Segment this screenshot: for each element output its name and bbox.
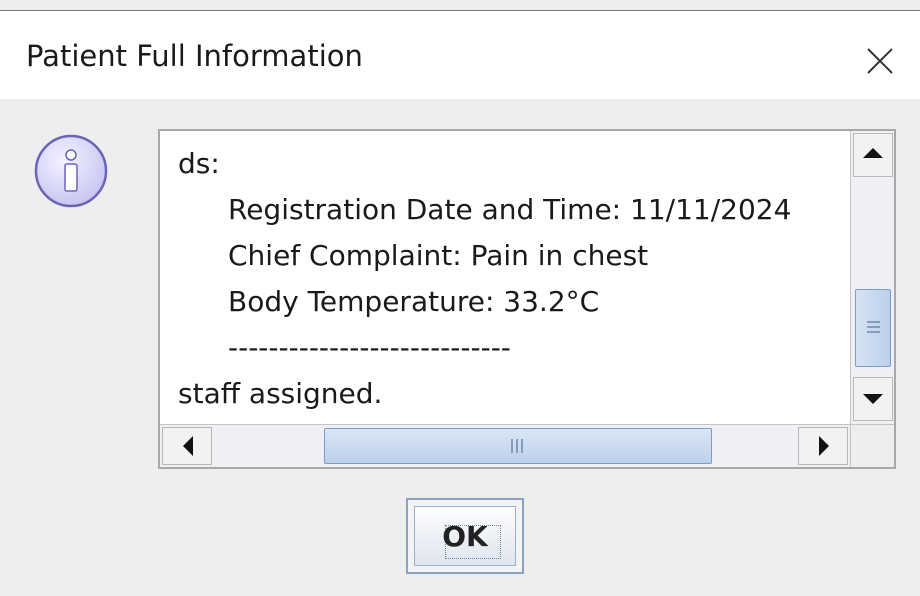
scroll-left-button[interactable] [162, 427, 212, 465]
ok-button-face: OK [414, 506, 516, 566]
message-line: ds: [178, 147, 220, 180]
message-line: ---------------------------- [228, 331, 511, 364]
scroll-up-button[interactable] [853, 133, 893, 177]
grip-icon [511, 439, 523, 453]
arrow-down-icon [863, 394, 883, 404]
close-icon [867, 48, 893, 74]
grip-icon [867, 321, 880, 333]
message-line: staff assigned. [178, 377, 383, 410]
vertical-scroll-thumb[interactable] [855, 289, 891, 367]
message-line: Chief Complaint: Pain in chest [228, 239, 649, 272]
scroll-down-button[interactable] [853, 377, 893, 421]
info-icon [33, 133, 109, 209]
title-bar: Patient Full Information [0, 11, 920, 99]
arrow-left-icon [183, 436, 193, 456]
patient-info-dialog: Patient Full Information ds: Registratio… [0, 0, 920, 596]
horizontal-scroll-thumb[interactable] [324, 428, 712, 464]
ok-button[interactable]: OK [406, 498, 524, 574]
arrow-right-icon [819, 436, 829, 456]
arrow-up-icon [863, 148, 883, 158]
message-line: Registration Date and Time: 11/11/2024 [228, 193, 792, 226]
message-line: Body Temperature: 33.2°C [228, 285, 600, 318]
scroll-right-button[interactable] [798, 427, 848, 465]
horizontal-scrollbar[interactable] [160, 424, 850, 467]
message-scroll-pane[interactable]: ds: Registration Date and Time: 11/11/20… [158, 129, 896, 469]
scroll-corner [850, 424, 894, 467]
close-button[interactable] [860, 41, 900, 81]
message-text-area[interactable]: ds: Registration Date and Time: 11/11/20… [172, 131, 862, 424]
dialog-title: Patient Full Information [26, 39, 363, 73]
vertical-scrollbar[interactable] [850, 131, 894, 424]
ok-button-label: OK [442, 519, 488, 553]
